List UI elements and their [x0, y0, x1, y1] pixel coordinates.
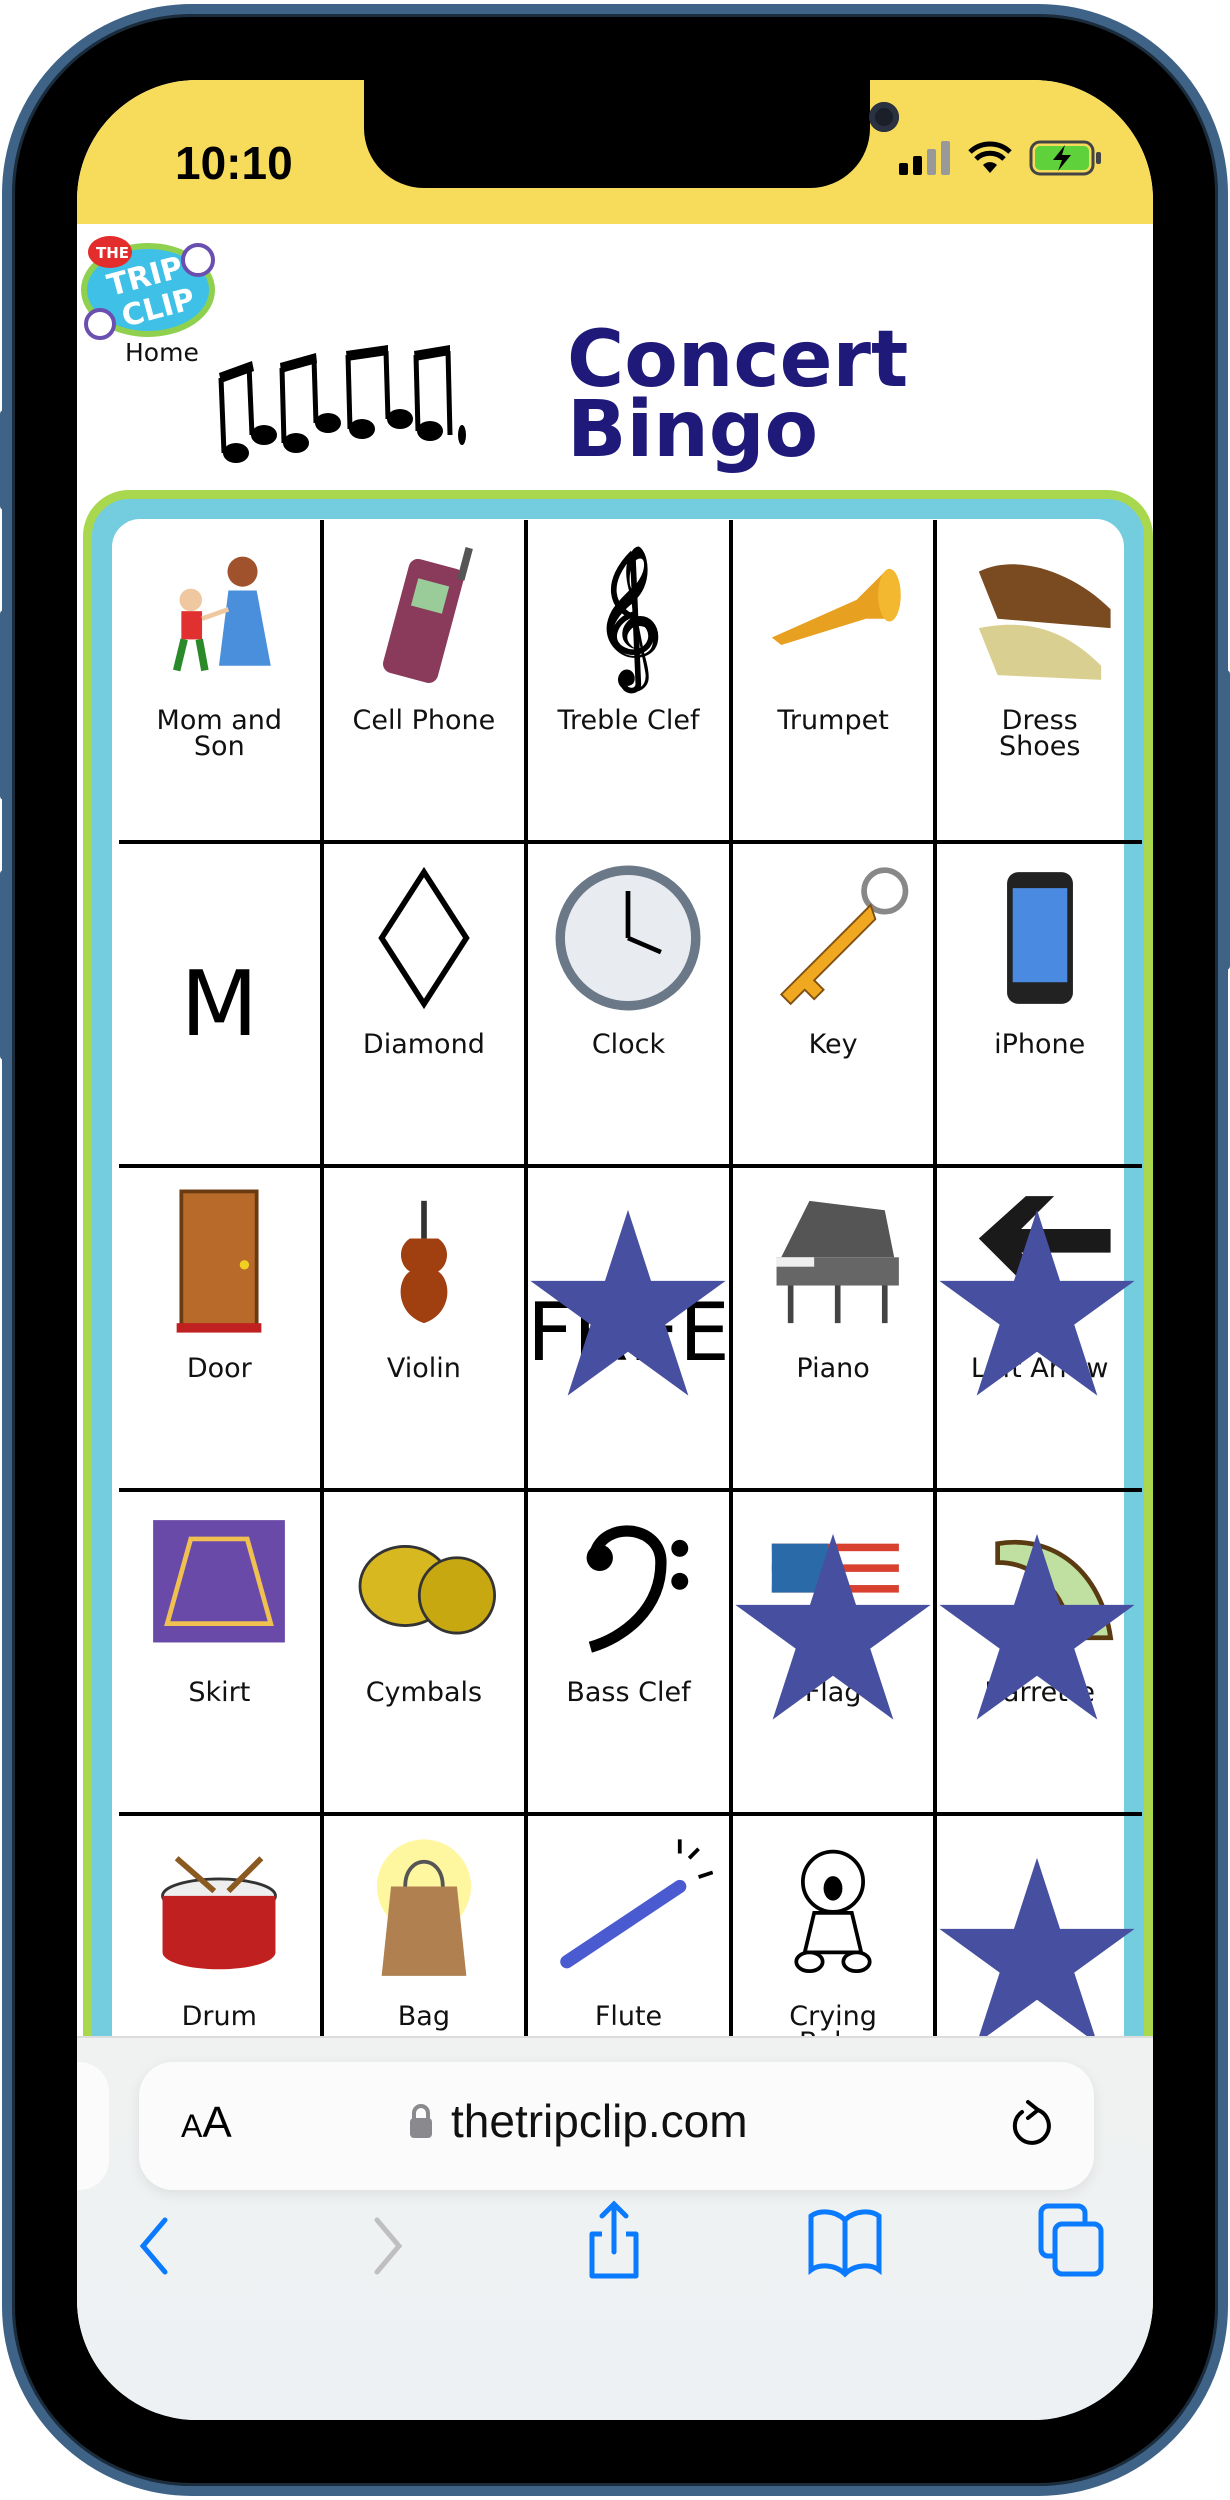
cell-label: Piano: [796, 1353, 870, 1384]
signal-icon: [899, 141, 950, 175]
cell-label: Diamond: [362, 1029, 485, 1060]
back-icon[interactable]: [135, 2216, 175, 2276]
status-bar: 10:10: [77, 80, 1153, 224]
bag-icon: [376, 1839, 471, 1976]
cell-label: Treble Clef: [557, 705, 700, 736]
cell-label: Mom and Son: [156, 705, 283, 762]
share-icon[interactable]: [584, 2200, 644, 2280]
star-marker-icon: [939, 1209, 1135, 1396]
cymbals-icon: [358, 1545, 496, 1635]
bingo-cell[interactable]: Dress Shoes: [937, 520, 1142, 844]
aa-large: A: [202, 2098, 232, 2147]
camera-icon: [869, 102, 899, 132]
url-text: thetripclip.com: [451, 2095, 748, 2147]
trip-clip-logo[interactable]: THE TRIP CLIP: [80, 232, 220, 346]
cell-phone-icon: [382, 547, 473, 683]
address-bar[interactable]: AA thetripclip.com: [139, 2062, 1094, 2190]
mom-and-son-icon: [173, 556, 272, 672]
skirt-icon: [153, 1520, 286, 1643]
cell-label: Cymbals: [365, 1677, 483, 1708]
svg-text:THE: THE: [96, 244, 129, 262]
door-icon: [176, 1189, 262, 1333]
wifi-icon: [968, 141, 1012, 173]
cell-label: Clock: [591, 1029, 666, 1060]
tabs-icon[interactable]: [1037, 2202, 1107, 2278]
title-line-2: Bingo: [567, 385, 819, 475]
reload-icon[interactable]: [1006, 2098, 1056, 2152]
bingo-cell[interactable]: 𝄞 Treble Clef: [528, 520, 733, 844]
bingo-cell[interactable]: FREE: [527, 1168, 733, 1492]
cell-label: Key: [808, 1029, 858, 1060]
iphone-icon: [1006, 872, 1073, 1004]
bingo-cell[interactable]: Cymbals: [323, 1492, 529, 1816]
volume-down-button: [0, 870, 8, 1060]
star-marker-icon: [939, 1533, 1135, 1720]
cell-label: Door: [186, 1353, 252, 1384]
bingo-cell[interactable]: Cell Phone: [323, 520, 529, 844]
cell-label: Skirt: [188, 1677, 251, 1708]
cell-label: Flute: [594, 2001, 663, 2032]
cell-label: Trumpet: [777, 705, 889, 736]
bingo-cell[interactable]: Bass Clef: [528, 1492, 733, 1816]
bingo-cell[interactable]: Door: [119, 1168, 324, 1492]
bingo-cell[interactable]: Barrette: [937, 1492, 1142, 1816]
star-marker-icon: [530, 1209, 726, 1396]
cell-label: Bag: [397, 2001, 450, 2032]
star-marker-icon: [735, 1533, 931, 1720]
bingo-cell[interactable]: Violin: [323, 1168, 529, 1492]
key-icon: [779, 867, 909, 1006]
safari-toolbar: AA thetripclip.com: [77, 2036, 1153, 2420]
bookmarks-icon[interactable]: [807, 2208, 883, 2278]
cell-label: Dress Shoes: [998, 705, 1081, 762]
previous-tab-peek[interactable]: [77, 2062, 109, 2190]
home-link[interactable]: Home: [125, 338, 199, 367]
bingo-cell[interactable]: Clock: [528, 844, 733, 1168]
cell-label: Violin: [386, 1353, 461, 1384]
diamond-icon: [378, 866, 470, 1010]
status-time: 10:10: [175, 137, 293, 189]
notch: [364, 80, 899, 188]
crying-baby-icon: [794, 1849, 872, 1974]
music-notes-icon: [218, 345, 466, 463]
violin-icon: [400, 1200, 448, 1324]
aa-small: A: [181, 2108, 203, 2144]
page-title: Concert Bingo: [567, 321, 908, 475]
battery-charging-icon: [1029, 140, 1101, 176]
bingo-cell[interactable]: Left Arrow: [937, 1168, 1142, 1492]
trumpet-icon: [771, 568, 901, 646]
clock-icon: [556, 865, 701, 1011]
reader-options-button[interactable]: AA: [181, 2098, 232, 2148]
piano-icon: [776, 1200, 899, 1324]
forward-icon[interactable]: [367, 2216, 407, 2276]
bass-clef-icon: [587, 1525, 689, 1653]
bingo-cell[interactable]: Diamond: [323, 844, 529, 1168]
bingo-cell[interactable]: Skirt: [119, 1492, 324, 1816]
cell-letter: M: [180, 952, 259, 1057]
drum-icon: [161, 1856, 278, 1970]
cell-label: Cell Phone: [352, 705, 496, 736]
bingo-grid: Mom and Son Cell Phone 𝄞 Treble Clef Trumpet…: [119, 520, 1142, 2140]
flute-icon: [560, 1839, 714, 1969]
side-button: [1222, 670, 1230, 970]
lock-icon: [410, 2104, 432, 2138]
bingo-cell[interactable]: M: [119, 844, 324, 1168]
bingo-cell[interactable]: Trumpet: [732, 520, 938, 844]
star-marker-icon: [939, 1857, 1135, 2044]
bingo-cell[interactable]: Piano: [732, 1168, 938, 1492]
cell-label: Drum: [181, 2001, 257, 2032]
bingo-cell[interactable]: Mom and Son: [119, 520, 324, 844]
cell-label: Bass Clef: [566, 1677, 691, 1708]
screen: 10:10 THE TRIP CLIP Home Concert Bingo Mom …: [77, 80, 1153, 2420]
mute-switch: [0, 410, 8, 510]
bingo-cell[interactable]: Key: [732, 844, 938, 1168]
dress-shoes-icon: [978, 564, 1111, 680]
cell-label: iPhone: [994, 1029, 1086, 1060]
bingo-cell[interactable]: iPhone: [937, 844, 1142, 1168]
bingo-cell[interactable]: Flag: [732, 1492, 938, 1816]
volume-up-button: [0, 610, 8, 800]
treble-clef-icon: 𝄞: [592, 542, 665, 694]
